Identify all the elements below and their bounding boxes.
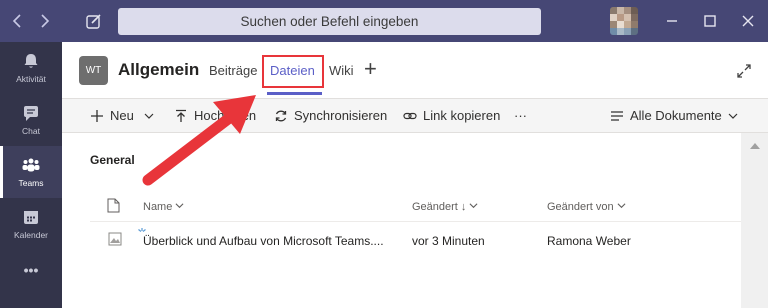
image-file-icon xyxy=(108,232,122,246)
file-modified-by: Ramona Weber xyxy=(547,234,631,248)
scrollbar[interactable] xyxy=(741,133,768,308)
team-badge: WT xyxy=(79,56,108,85)
divider xyxy=(90,221,741,222)
tab-wiki[interactable]: Wiki xyxy=(329,63,354,78)
column-modified-by-label: Geändert von xyxy=(547,201,614,213)
upload-label: Hochladen xyxy=(194,108,257,123)
copy-link-label: Link kopieren xyxy=(423,108,501,123)
channel-header: WT Allgemein Beiträge Dateien Wiki + xyxy=(62,42,768,99)
chevron-down-icon xyxy=(144,113,154,119)
chevron-left-icon[interactable] xyxy=(8,11,28,31)
title-bar: Suchen oder Befehl eingeben xyxy=(0,0,768,42)
chevron-down-icon xyxy=(175,203,184,209)
rail-item-teams[interactable]: Teams xyxy=(0,146,62,198)
calendar-icon xyxy=(24,211,38,224)
expand-icon[interactable] xyxy=(735,62,753,80)
column-header-modified[interactable]: Geändert ↓ xyxy=(412,201,478,213)
rail-label: Teams xyxy=(18,178,44,188)
rail-label: Kalender xyxy=(13,230,49,240)
channel-title: Allgemein xyxy=(118,60,200,79)
rail-item-activity[interactable]: Aktivität xyxy=(0,42,62,94)
active-indicator xyxy=(0,146,3,198)
sync-label: Synchronisieren xyxy=(294,108,388,123)
chevron-down-icon xyxy=(617,203,626,209)
teams-icon xyxy=(22,158,40,172)
maximize-icon[interactable] xyxy=(700,11,720,31)
new-button[interactable]: Neu xyxy=(90,108,156,124)
plus-icon xyxy=(91,110,103,122)
upload-button[interactable]: Hochladen xyxy=(174,108,262,124)
rail-item-more[interactable]: ••• xyxy=(0,250,62,302)
file-type-icon xyxy=(107,198,120,213)
tab-posts[interactable]: Beiträge xyxy=(209,63,257,78)
copy-link-button[interactable]: Link kopieren xyxy=(403,108,503,124)
rail-label: Chat xyxy=(22,126,40,136)
rail-label: Aktivität xyxy=(16,74,46,84)
minimize-icon[interactable] xyxy=(662,11,682,31)
column-name-label: Name xyxy=(143,201,173,213)
upload-icon xyxy=(176,109,186,122)
scroll-up-icon[interactable] xyxy=(750,143,760,149)
search-input[interactable]: Suchen oder Befehl eingeben xyxy=(118,8,541,35)
add-tab-button[interactable]: + xyxy=(364,56,377,82)
file-list: General Name Geändert ↓ Geändert von Übe… xyxy=(62,133,741,308)
view-selector[interactable]: Alle Dokumente xyxy=(610,108,740,124)
annotation-highlight-box xyxy=(262,55,324,88)
avatar[interactable] xyxy=(610,7,638,35)
chevron-down-icon xyxy=(470,203,478,209)
view-label: Alle Dokumente xyxy=(630,108,722,123)
rail-item-chat[interactable]: Chat xyxy=(0,94,62,146)
sync-icon xyxy=(275,110,287,122)
column-header-modified-by[interactable]: Geändert von xyxy=(547,201,626,213)
list-icon xyxy=(611,111,623,121)
new-label: Neu xyxy=(110,108,134,123)
sync-button[interactable]: Synchronisieren xyxy=(274,108,388,124)
compose-icon[interactable] xyxy=(84,11,104,31)
file-name[interactable]: Überblick und Aufbau von Microsoft Teams… xyxy=(143,234,384,248)
chat-icon xyxy=(24,106,38,121)
files-toolbar: Neu Hochladen Synchronisieren Link kopie… xyxy=(62,99,768,133)
more-options-button[interactable]: ··· xyxy=(514,108,534,124)
column-modified-label: Geändert ↓ xyxy=(412,201,467,213)
link-icon xyxy=(403,112,417,120)
file-modified: vor 3 Minuten xyxy=(412,234,485,248)
chevron-down-icon xyxy=(728,113,738,119)
chevron-right-icon[interactable] xyxy=(34,11,54,31)
active-tab-indicator xyxy=(267,92,322,95)
app-rail: Aktivität Chat Teams Kalender ••• xyxy=(0,42,62,308)
close-icon[interactable] xyxy=(738,11,758,31)
rail-item-calendar[interactable]: Kalender xyxy=(0,198,62,250)
folder-title: General xyxy=(90,153,135,167)
more-icon: ••• xyxy=(23,262,39,278)
column-header-name[interactable]: Name xyxy=(143,201,184,213)
bell-icon xyxy=(24,54,38,68)
